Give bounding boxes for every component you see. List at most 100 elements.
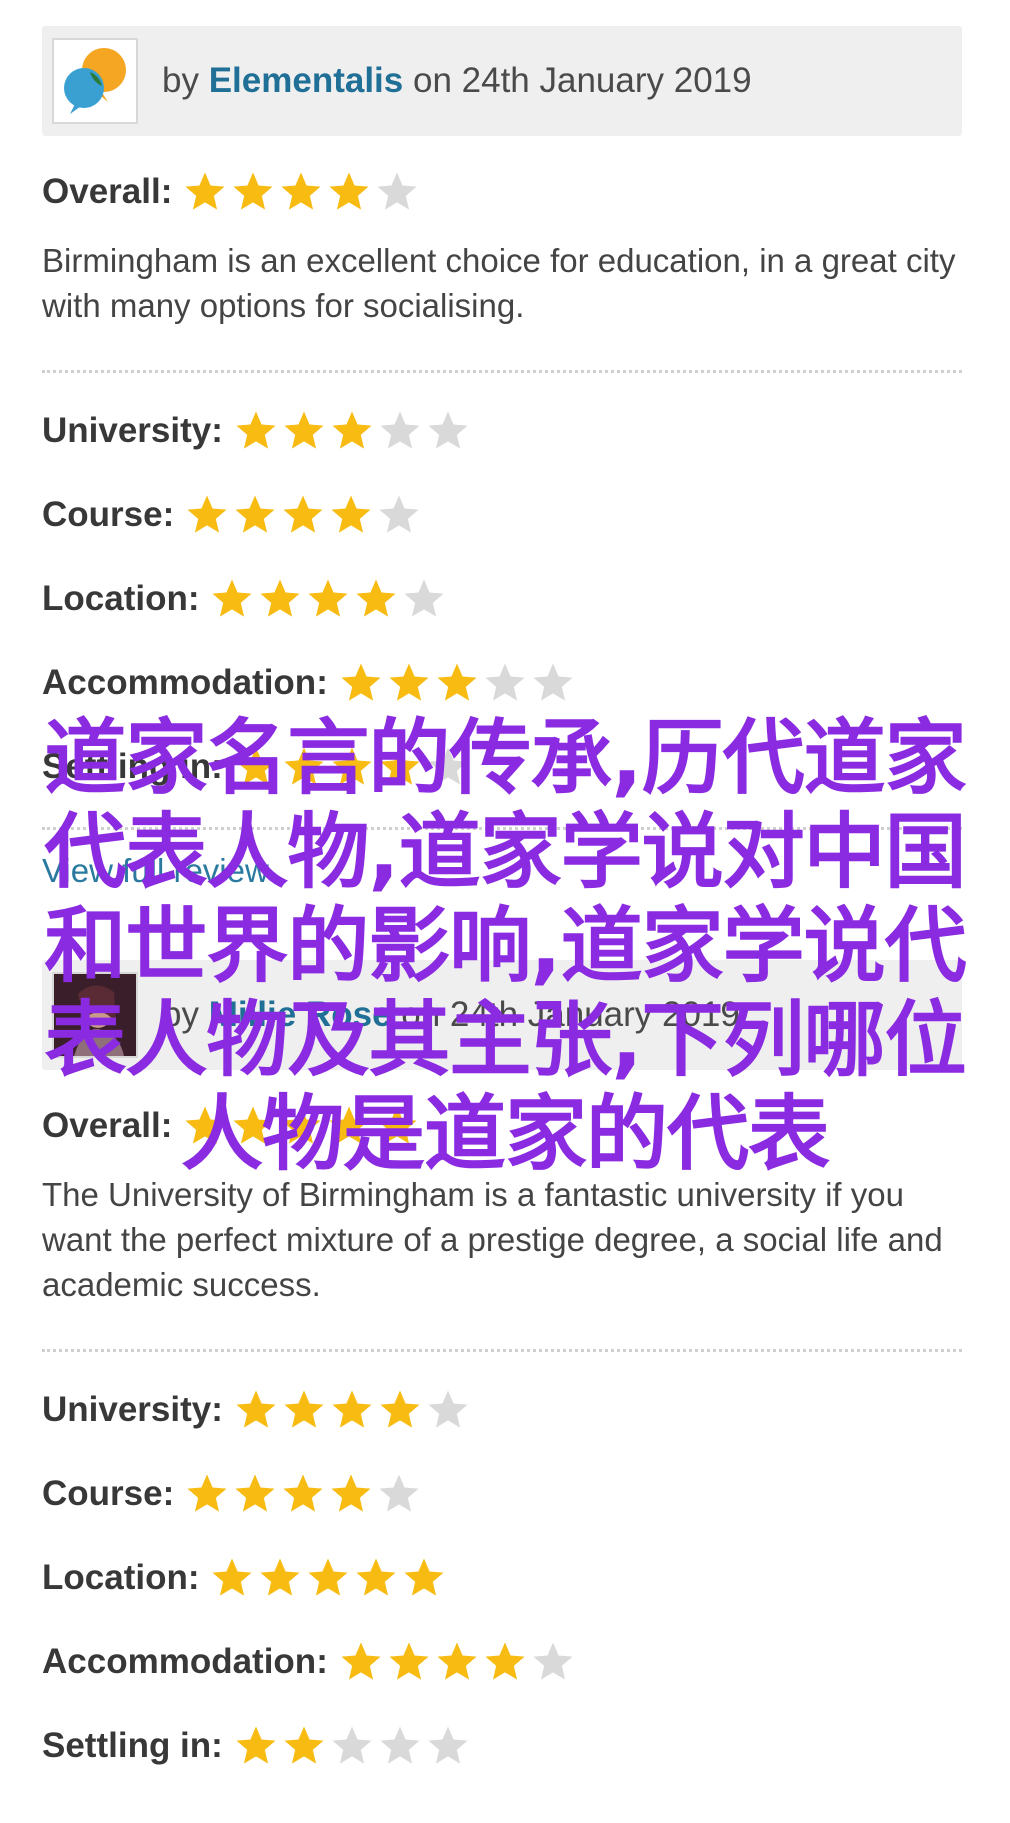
review-header: by Millie Rose on 24th January 2019 [42, 960, 962, 1070]
star-filled-icon [338, 660, 384, 706]
rating-row-location: Location: [42, 1536, 962, 1620]
star-filled-icon [386, 1639, 432, 1685]
author-link[interactable]: Millie Rose [209, 995, 392, 1034]
review-card: by Millie Rose on 24th January 2019 Over… [42, 960, 962, 1788]
rating-label: Course: [42, 1474, 175, 1513]
star-empty-icon [376, 492, 422, 538]
dotted-divider [42, 827, 962, 830]
star-rating [233, 408, 473, 454]
rating-label: University: [42, 411, 223, 450]
star-filled-icon [233, 744, 279, 790]
star-filled-icon [386, 660, 432, 706]
rating-label: Overall: [42, 172, 173, 211]
star-empty-icon [425, 1387, 471, 1433]
star-rating [233, 1387, 473, 1433]
rating-label: Location: [42, 579, 200, 618]
star-filled-icon [232, 1471, 278, 1517]
star-filled-icon [374, 1103, 420, 1149]
star-rating [209, 1555, 449, 1601]
rating-row-accommodation: Accommodation: [42, 641, 962, 725]
star-filled-icon [329, 744, 375, 790]
star-rating [338, 1639, 578, 1685]
star-filled-icon [182, 1103, 228, 1149]
star-empty-icon [376, 1471, 422, 1517]
star-rating [233, 744, 473, 790]
star-filled-icon [377, 744, 423, 790]
dotted-divider [42, 1349, 962, 1352]
star-empty-icon [329, 1723, 375, 1769]
star-empty-icon [530, 1639, 576, 1685]
view-full-review-link[interactable]: View full review [42, 852, 962, 902]
rating-label: Course: [42, 495, 175, 534]
star-filled-icon [328, 492, 374, 538]
star-empty-icon [401, 576, 447, 622]
star-empty-icon [530, 660, 576, 706]
star-filled-icon [182, 169, 228, 215]
star-filled-icon [328, 1471, 374, 1517]
star-rating [209, 576, 449, 622]
star-empty-icon [377, 408, 423, 454]
star-filled-icon [281, 1387, 327, 1433]
star-filled-icon [434, 660, 480, 706]
rating-row-university: University: [42, 1368, 962, 1452]
star-filled-icon [326, 1103, 372, 1149]
star-filled-icon [401, 1555, 447, 1601]
star-rating [184, 492, 424, 538]
star-filled-icon [329, 1387, 375, 1433]
star-filled-icon [184, 1471, 230, 1517]
star-filled-icon [278, 169, 324, 215]
speech-bubbles-logo-icon[interactable] [52, 38, 138, 124]
star-filled-icon [233, 1387, 279, 1433]
byline: by Millie Rose on 24th January 2019 [162, 995, 740, 1035]
rating-label: Accommodation: [42, 1642, 328, 1681]
star-filled-icon [230, 169, 276, 215]
star-filled-icon [305, 1555, 351, 1601]
review-card: by Elementalis on 24th January 2019 Over… [42, 26, 962, 902]
rating-row-university: University: [42, 389, 962, 473]
reviews-list: by Elementalis on 24th January 2019 Over… [42, 26, 962, 1788]
star-empty-icon [374, 169, 420, 215]
rating-label: Settling in: [42, 1726, 223, 1765]
byline: by Elementalis on 24th January 2019 [162, 61, 752, 101]
author-link[interactable]: Elementalis [209, 61, 404, 100]
star-empty-icon [425, 1723, 471, 1769]
star-filled-icon [232, 492, 278, 538]
star-filled-icon [338, 1639, 384, 1685]
star-filled-icon [257, 576, 303, 622]
rating-row-course: Course: [42, 1452, 962, 1536]
review-text: Birmingham is an excellent choice for ed… [42, 242, 956, 324]
overall-rating-row: Overall: [42, 1084, 962, 1168]
star-empty-icon [377, 1723, 423, 1769]
star-filled-icon [230, 1103, 276, 1149]
overall-rating-row: Overall: [42, 150, 962, 234]
rating-row-accommodation: Accommodation: [42, 1620, 962, 1704]
rating-label: Accommodation: [42, 663, 328, 702]
star-filled-icon [281, 408, 327, 454]
star-filled-icon [377, 1387, 423, 1433]
star-rating [233, 1723, 473, 1769]
user-photo-avatar-icon[interactable] [52, 972, 138, 1058]
star-filled-icon [281, 744, 327, 790]
rating-label: Overall: [42, 1106, 173, 1145]
dotted-divider [42, 370, 962, 373]
star-filled-icon [280, 492, 326, 538]
star-empty-icon [425, 408, 471, 454]
star-filled-icon [305, 576, 351, 622]
star-filled-icon [326, 169, 372, 215]
star-empty-icon [425, 744, 471, 790]
star-filled-icon [257, 1555, 303, 1601]
star-filled-icon [353, 576, 399, 622]
star-rating [182, 1103, 422, 1149]
rating-label: Settling in: [42, 747, 223, 786]
review-text: The University of Birmingham is a fantas… [42, 1176, 943, 1303]
star-filled-icon [209, 1555, 255, 1601]
review-header: by Elementalis on 24th January 2019 [42, 26, 962, 136]
review-date: on 24th January 2019 [412, 61, 752, 100]
star-filled-icon [233, 408, 279, 454]
by-text: by [162, 61, 199, 100]
star-filled-icon [209, 576, 255, 622]
rating-row-settling-in: Settling in: [42, 725, 962, 809]
star-filled-icon [329, 408, 375, 454]
star-empty-icon [482, 660, 528, 706]
review-date: on 24th January 2019 [401, 995, 740, 1034]
